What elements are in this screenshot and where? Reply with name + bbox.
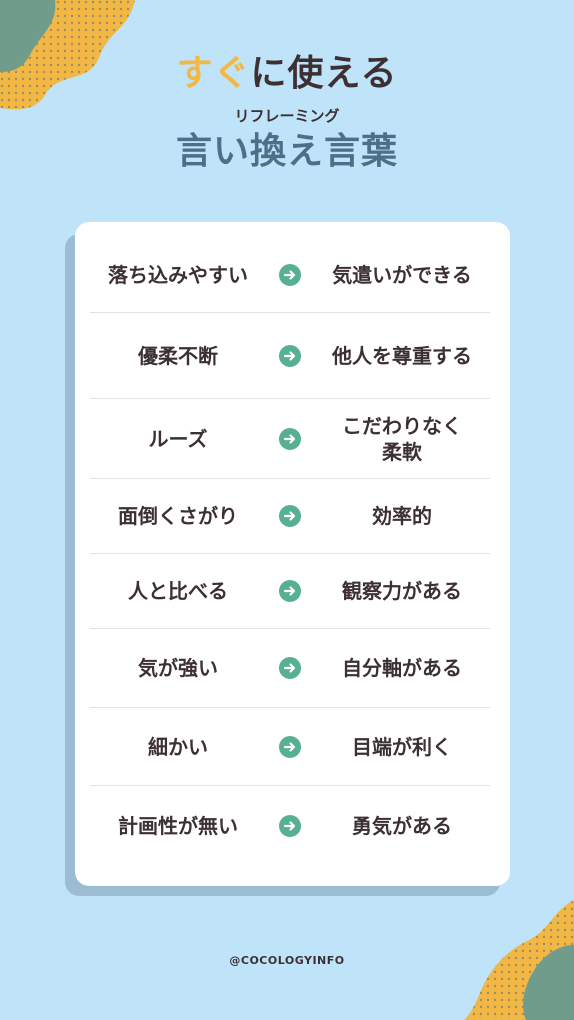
pair-list: 落ち込みやすい 気遣いができる優柔不断 他人を尊重するルーズ こだわりなく 柔軟面倒く… (90, 237, 490, 866)
pair-from-text: ルーズ (148, 426, 208, 451)
pair-row: 優柔不断 他人を尊重する (90, 313, 490, 399)
arrow-right-circle-icon (266, 815, 314, 837)
pair-to-text: 効率的 (372, 504, 432, 528)
pair-from-text: 優柔不断 (138, 343, 218, 368)
pair-from-text: 人と比べる (128, 579, 228, 603)
pair-row: 計画性が無い 勇気がある (90, 786, 490, 866)
arrow-right-circle-icon (266, 344, 314, 367)
pair-to-text: 観察力がある (342, 579, 462, 603)
pair-to-text: 他人を尊重する (332, 343, 472, 368)
title-main: すぐに使える (0, 48, 574, 100)
pair-to-text: こだわりなく 柔軟 (342, 413, 462, 464)
title-rest: に使える (250, 53, 398, 94)
pair-row: 面倒くさがり 効率的 (90, 479, 490, 554)
arrow-right-circle-icon (266, 580, 314, 602)
pair-from-text: 落ち込みやすい (108, 262, 248, 287)
pair-from-text: 細かい (148, 734, 208, 759)
pair-row: ルーズ こだわりなく 柔軟 (90, 399, 490, 479)
pair-row: 細かい 目端が利く (90, 708, 490, 786)
pair-row: 気が強い 自分軸がある (90, 629, 490, 708)
footer-handle: @COCOLOGYINFO (229, 954, 345, 967)
pair-row: 人と比べる 観察力がある (90, 554, 490, 629)
pair-from-text: 計画性が無い (118, 814, 238, 838)
arrow-right-circle-icon (266, 505, 314, 527)
pair-row: 落ち込みやすい 気遣いができる (90, 237, 490, 313)
pair-from-text: 面倒くさがり (118, 504, 238, 528)
pair-from-text: 気が強い (138, 656, 218, 680)
arrow-right-circle-icon (266, 263, 314, 286)
reframing-card: 落ち込みやすい 気遣いができる優柔不断 他人を尊重するルーズ こだわりなく 柔軟面倒く… (75, 222, 510, 886)
title-secondary: 言い換え言葉 (175, 131, 398, 172)
pair-to-text: 勇気がある (352, 814, 452, 838)
arrow-right-circle-icon (266, 735, 314, 758)
arrow-right-circle-icon (266, 427, 314, 450)
title-accent: すぐ (176, 53, 251, 94)
pair-to-text: 自分軸がある (342, 656, 462, 680)
pair-to-text: 目端が利く (352, 734, 452, 759)
subtitle: リフレーミング (234, 107, 340, 125)
pair-to-text: 気遣いができる (332, 262, 472, 287)
title-block: すぐに使える リフレーミング 言い換え言葉 (0, 48, 574, 176)
arrow-right-circle-icon (266, 657, 314, 679)
